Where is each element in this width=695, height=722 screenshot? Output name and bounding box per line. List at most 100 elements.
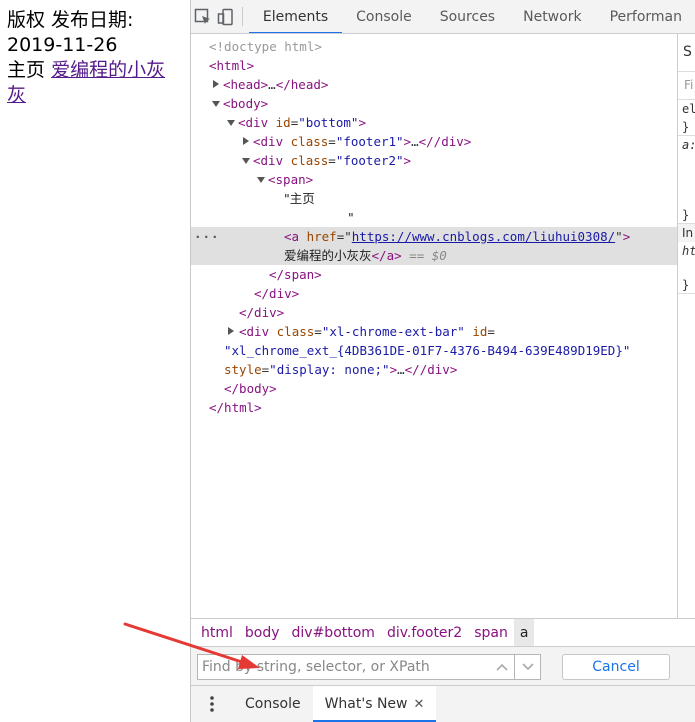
search-next-button[interactable] [515, 654, 541, 680]
collapse-arrow-icon[interactable] [212, 101, 220, 107]
collapse-arrow-icon[interactable] [257, 177, 265, 183]
attr-name: style [224, 362, 262, 377]
attr-value: "xl-chrome-ext-bar" [321, 324, 465, 339]
text-node: "主页 [284, 191, 315, 206]
tree-span[interactable]: <span> [191, 170, 677, 189]
html-tag: html [216, 58, 247, 73]
tree-div-bottom[interactable]: <div id="bottom"> [191, 113, 677, 132]
home-line: 主页 爱编程的小灰灰 [7, 58, 184, 108]
chevron-up-icon [495, 663, 508, 671]
drawer-tab-console[interactable]: Console [233, 686, 313, 722]
tab-performance[interactable]: Performan [596, 0, 695, 33]
search-bar: Cancel [191, 646, 695, 686]
devtools-tab-bar: Elements Console Sources Network Perform… [191, 0, 695, 34]
tree-div-footer2[interactable]: <div class="footer2"> [191, 151, 677, 170]
body-close-tag: /body [231, 381, 270, 396]
date-line: 2019-11-26 [7, 34, 118, 56]
tree-div-close-bottom[interactable]: </div> [191, 303, 677, 322]
elements-tree: <!doctype html> <html> <head>…</head> <b… [191, 34, 677, 618]
close-tag: /div [433, 134, 464, 149]
copyright-line: 版权 发布日期: [7, 9, 134, 31]
attr-value: "bottom" [298, 115, 359, 130]
tab-console[interactable]: Console [342, 0, 426, 33]
head-close-tag: head [290, 77, 321, 92]
tree-text-home[interactable]: "主页 [191, 189, 677, 208]
drawer-tab-whats-new[interactable]: What's New ✕ [312, 686, 437, 722]
text-node-end: " [348, 210, 354, 225]
tab-network[interactable]: Network [509, 0, 595, 33]
a-tag: a [291, 229, 300, 244]
div-tag: div [245, 115, 269, 130]
style-rule-selector: el [682, 102, 695, 116]
drawer-tab-label: What's New [324, 696, 408, 712]
span-close-tag: /span [276, 267, 315, 282]
tree-body[interactable]: <body> [191, 94, 677, 113]
expand-arrow-icon[interactable] [228, 327, 234, 335]
tree-span-close[interactable]: </span> [191, 265, 677, 284]
drawer-tab-label: Console [245, 696, 301, 712]
collapse-arrow-icon[interactable] [227, 120, 235, 126]
style-rule-body [678, 154, 695, 206]
anchor-text: 爱编程的小灰灰 [284, 248, 372, 263]
chevron-down-icon [521, 663, 534, 671]
breadcrumb: html body div#bottom div.footer2 span a [191, 618, 695, 647]
div-tag: div [260, 153, 284, 168]
breadcrumb-div-footer2[interactable]: div.footer2 [381, 625, 468, 641]
close-tag: /div [419, 362, 450, 377]
div-tag: div [246, 324, 270, 339]
body-tag: body [230, 96, 261, 111]
breadcrumb-span[interactable]: span [468, 625, 514, 641]
inherited-header: In [678, 224, 695, 242]
tab-elements[interactable]: Elements [248, 0, 343, 33]
tree-head[interactable]: <head>…</head> [191, 75, 677, 94]
attr-name: id [275, 115, 291, 130]
search-prev-button[interactable] [489, 654, 515, 680]
tree-div-ext-id[interactable]: "xl_chrome_ext_{4DB361DE-01F7-4376-B494-… [191, 341, 677, 360]
breadcrumb-a[interactable]: a [513, 618, 535, 647]
tree-doctype[interactable]: <!doctype html> [191, 37, 677, 56]
collapse-arrow-icon[interactable] [242, 158, 250, 164]
tree-div-close-footer2[interactable]: </div> [191, 284, 677, 303]
close-icon[interactable]: ✕ [414, 697, 425, 712]
head-ellipsis: … [268, 77, 276, 92]
search-input[interactable] [197, 654, 499, 680]
div-tag: div [260, 134, 284, 149]
div-close-tag: /div [246, 305, 277, 320]
drawer-tab-bar: Console What's New ✕ [191, 686, 695, 722]
html-close-tag: /html [216, 400, 255, 415]
tree-body-close[interactable]: </body> [191, 379, 677, 398]
style-rule-end: } [678, 118, 695, 136]
attr-value: "display: none;" [269, 362, 390, 377]
attr-name: href [306, 229, 337, 244]
tree-div-ext[interactable]: <div class="xl-chrome-ext-bar" id= [191, 322, 677, 341]
div-close-tag: /div [261, 286, 292, 301]
breadcrumb-html[interactable]: html [195, 625, 239, 641]
tree-div-footer1[interactable]: <div class="footer1">…<//div> [191, 132, 677, 151]
tree-div-ext-style[interactable]: style="display: none;">…<//div> [191, 360, 677, 379]
tree-selected-anchor[interactable]: ··· <a href="https://www.cnblogs.com/liu… [191, 227, 677, 265]
inspect-element-icon[interactable] [191, 0, 215, 33]
breadcrumb-body[interactable]: body [239, 625, 286, 641]
tree-html[interactable]: <html> [191, 56, 677, 75]
drawer-menu-icon[interactable] [191, 696, 233, 712]
styles-filter-input[interactable]: Fi [678, 72, 695, 100]
tree-html-close[interactable]: </html> [191, 398, 677, 417]
attr-name: class [290, 153, 329, 168]
style-rule-selector: a: [682, 138, 695, 152]
breadcrumb-div-bottom[interactable]: div#bottom [286, 625, 381, 641]
styles-pane: S Fi el } a: } In ht } [677, 34, 695, 618]
ellipsis: … [397, 362, 405, 377]
cancel-button[interactable]: Cancel [562, 654, 670, 680]
device-toolbar-icon[interactable] [215, 0, 239, 33]
expand-arrow-icon[interactable] [243, 137, 249, 145]
styles-tab[interactable]: S [678, 34, 695, 72]
a-close-tag: /a [379, 248, 395, 263]
tab-sources[interactable]: Sources [426, 0, 509, 33]
href-link[interactable]: https://www.cnblogs.com/liuhui0308/ [352, 229, 615, 244]
style-rule-end: } [678, 206, 695, 224]
attr-value: "footer2" [335, 153, 404, 168]
devtools-panel: Elements Console Sources Network Perform… [190, 0, 695, 722]
expand-arrow-icon[interactable] [213, 80, 219, 88]
tree-text-quote[interactable]: " [191, 208, 677, 227]
attr-name: class [276, 324, 315, 339]
